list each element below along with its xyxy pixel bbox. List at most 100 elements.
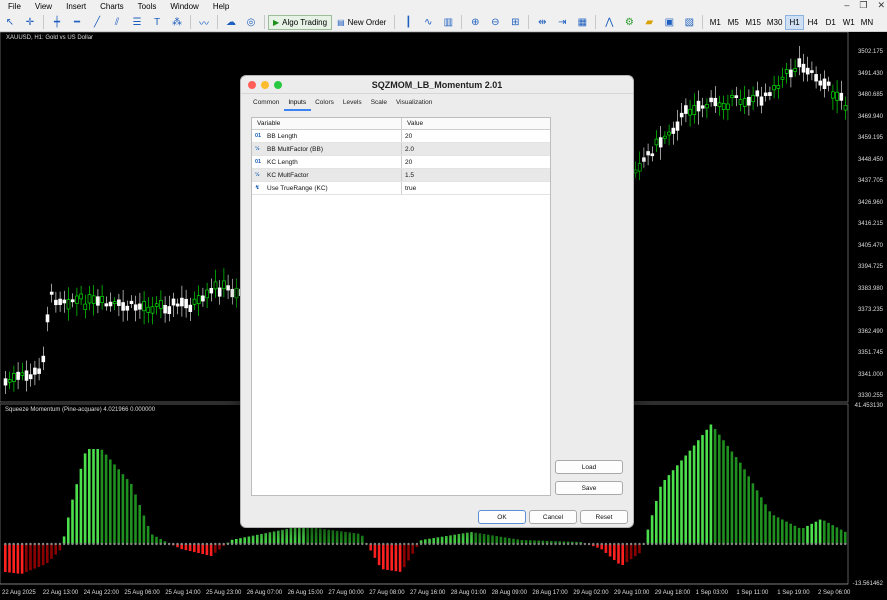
momentum-bar: [684, 455, 687, 544]
reset-button[interactable]: Reset: [580, 510, 628, 524]
menu-insert[interactable]: Insert: [58, 2, 92, 11]
profiles-icon[interactable]: ▧: [681, 15, 697, 30]
price-axis-label: 3469.940: [857, 113, 883, 120]
param-value-cell[interactable]: 20: [402, 159, 412, 166]
horizontal-line-icon[interactable]: ━: [69, 15, 85, 30]
momentum-bar: [146, 526, 150, 544]
line-chart-icon[interactable]: ∿: [420, 15, 436, 30]
timeframe-m5[interactable]: M5: [724, 15, 742, 30]
timeframe-m15[interactable]: M15: [742, 15, 764, 30]
tab-colors[interactable]: Colors: [311, 98, 339, 111]
restore-icon[interactable]: ❐: [859, 0, 867, 11]
squeeze-dot: [180, 542, 183, 546]
menu-file[interactable]: File: [0, 2, 27, 11]
timeframe-w1[interactable]: W1: [840, 15, 858, 30]
chart-shift-icon[interactable]: ⇹: [534, 15, 550, 30]
channel-icon[interactable]: ⫽: [109, 15, 125, 30]
ok-button[interactable]: OK: [478, 510, 526, 524]
save-button[interactable]: Save: [555, 481, 623, 495]
menu-window[interactable]: Window: [162, 2, 204, 11]
column-header-value[interactable]: Value: [402, 118, 423, 129]
candle-body: [16, 371, 20, 380]
bar-chart-icon[interactable]: ▥: [440, 15, 456, 30]
settings-gear-icon[interactable]: ⚙: [621, 15, 637, 30]
minimize-dot-icon[interactable]: [261, 81, 269, 89]
candle-body: [209, 288, 214, 294]
param-value-cell[interactable]: 1.5: [402, 172, 414, 179]
candle-body: [108, 301, 113, 307]
momentum-bar: [835, 527, 839, 544]
param-row[interactable]: ↯ Use TrueRange (KC) true: [252, 182, 550, 195]
screenshot-icon[interactable]: ▣: [661, 15, 677, 30]
text-tool-icon[interactable]: T: [149, 15, 165, 30]
squeeze-dot: [755, 542, 759, 546]
algo-trading-button[interactable]: ▶ Algo Trading: [268, 14, 333, 30]
menu-tools[interactable]: Tools: [130, 2, 163, 11]
load-button[interactable]: Load: [555, 460, 623, 474]
tab-scale[interactable]: Scale: [367, 98, 392, 111]
param-value-cell[interactable]: 2.0: [402, 146, 414, 153]
candle-body: [217, 287, 222, 297]
momentum-bar: [671, 470, 675, 544]
tab-visualization[interactable]: Visualization: [392, 98, 437, 111]
momentum-bar: [617, 544, 620, 564]
cancel-button[interactable]: Cancel: [529, 510, 577, 524]
param-row[interactable]: 01 KC Length 20: [252, 156, 550, 169]
folder-icon[interactable]: ▰: [641, 15, 657, 30]
signals-icon[interactable]: ⋀: [601, 15, 617, 30]
shapes-icon[interactable]: ⁂: [169, 15, 185, 30]
squeeze-dot: [726, 542, 729, 546]
momentum-bar: [734, 457, 738, 544]
timeframe-h4[interactable]: H4: [804, 15, 822, 30]
menu-charts[interactable]: Charts: [92, 2, 130, 11]
squeeze-dot: [772, 542, 776, 546]
timeframe-m1[interactable]: M1: [706, 15, 724, 30]
squeeze-dot: [58, 542, 62, 546]
table-header: Variable Value: [252, 118, 550, 130]
momentum-bar: [382, 544, 385, 570]
periods-icon[interactable]: ▦: [574, 15, 590, 30]
candle-body: [780, 76, 785, 80]
fibonacci-icon[interactable]: ☰: [129, 15, 145, 30]
trendline-icon[interactable]: ╱: [89, 15, 105, 30]
zoom-out-icon[interactable]: ⊖: [487, 15, 503, 30]
momentum-bar: [100, 449, 104, 544]
autoscroll-icon[interactable]: ⇥: [554, 15, 570, 30]
tab-levels[interactable]: Levels: [339, 98, 367, 111]
grid-icon[interactable]: ⊞: [507, 15, 523, 30]
tab-common[interactable]: Common: [249, 98, 284, 111]
market-icon[interactable]: ◎: [243, 15, 259, 30]
param-row[interactable]: ½ KC MultFactor 1.5: [252, 169, 550, 182]
close-dot-icon[interactable]: [248, 81, 256, 89]
squeeze-dot: [285, 542, 288, 546]
indicators-icon[interactable]: 〰: [196, 15, 212, 30]
new-order-button[interactable]: ▤ New Order: [332, 15, 391, 30]
momentum-bar: [818, 519, 822, 544]
close-icon[interactable]: ✕: [877, 0, 885, 11]
squeeze-dot: [797, 542, 801, 546]
param-row[interactable]: ½ BB MultFactor (BB) 2.0: [252, 143, 550, 156]
zoom-in-icon[interactable]: ⊕: [467, 15, 483, 30]
column-header-variable[interactable]: Variable: [252, 118, 402, 129]
momentum-bar: [251, 535, 255, 544]
squeeze-dot: [88, 542, 91, 546]
cloud-icon[interactable]: ☁: [223, 15, 239, 30]
timeframe-mn[interactable]: MN: [858, 15, 876, 30]
menu-view[interactable]: View: [27, 2, 58, 11]
play-icon: ▶: [273, 17, 280, 27]
momentum-bar: [96, 449, 99, 544]
candlestick-chart-icon[interactable]: ┃: [400, 15, 416, 30]
tab-inputs[interactable]: Inputs: [284, 98, 312, 111]
minimize-icon[interactable]: –: [844, 0, 849, 11]
param-row[interactable]: 01 BB Length 20: [252, 130, 550, 143]
cursor-icon[interactable]: ↖: [2, 15, 18, 30]
crosshair-icon[interactable]: ✛: [22, 15, 38, 30]
vertical-line-icon[interactable]: ┿: [49, 15, 65, 30]
maximize-dot-icon[interactable]: [274, 81, 282, 89]
timeframe-d1[interactable]: D1: [822, 15, 840, 30]
timeframe-m30[interactable]: M30: [764, 15, 786, 30]
param-value-cell[interactable]: 20: [402, 133, 412, 140]
param-value-cell[interactable]: true: [402, 185, 416, 192]
menu-help[interactable]: Help: [205, 2, 235, 11]
timeframe-h1[interactable]: H1: [785, 14, 804, 30]
